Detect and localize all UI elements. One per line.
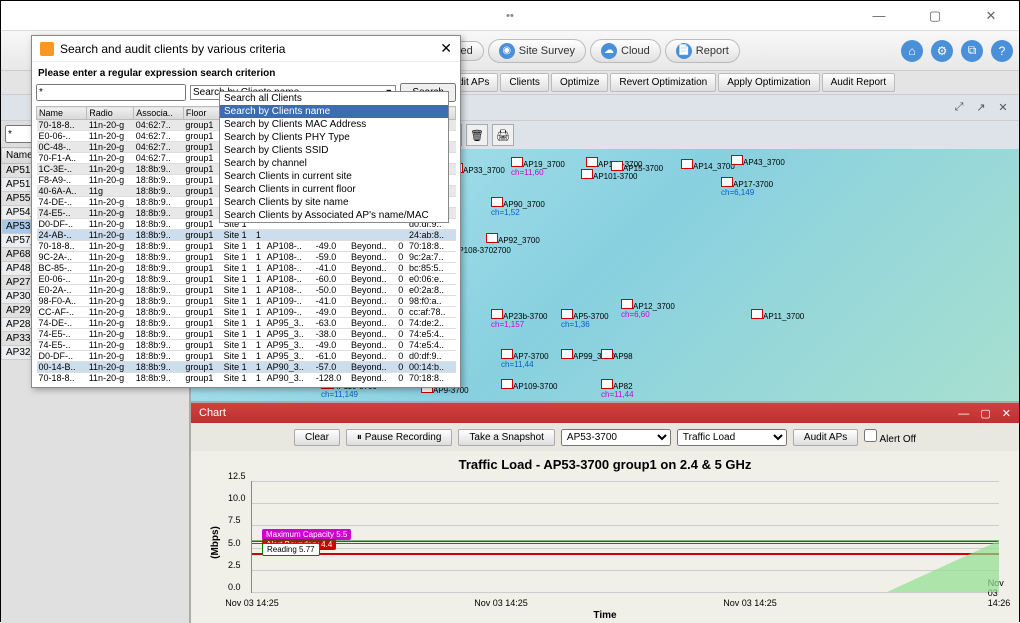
- dropdown-option[interactable]: Search Clients in current floor: [220, 183, 448, 196]
- expand-icon[interactable]: ⤢: [951, 100, 967, 116]
- toolbar-btn-report[interactable]: 📄Report: [665, 39, 740, 63]
- minimize-button[interactable]: —: [859, 5, 899, 27]
- client-row[interactable]: 74-E5-..11n-20-g18:8b:9..group1Site 11AP…: [37, 340, 456, 351]
- maximize-button[interactable]: ▢: [915, 5, 955, 27]
- col-header[interactable]: Floor: [183, 107, 221, 120]
- client-row[interactable]: 74-DE-..11n-20-g18:8b:9..group1Site 11AP…: [37, 318, 456, 329]
- print-icon[interactable]: 🖨: [492, 124, 514, 146]
- tab-audit-report[interactable]: Audit Report: [822, 73, 896, 92]
- dialog-prompt: Please enter a regular expression search…: [36, 66, 456, 81]
- tab-clients[interactable]: Clients: [500, 73, 549, 92]
- ap-node[interactable]: AP19_3700ch=11,60: [511, 157, 565, 177]
- pause-recording-button[interactable]: ⏸ Pause Recording: [346, 429, 453, 446]
- ap-node[interactable]: AP17-3700ch=6,149: [721, 177, 773, 197]
- dialog-title-text: Search and audit clients by various crit…: [60, 42, 285, 56]
- reading-badge: Reading 5.77: [262, 543, 320, 556]
- tab-apply-optimization[interactable]: Apply Optimization: [718, 73, 819, 92]
- external-icon[interactable]: ↗: [973, 100, 989, 116]
- ap-node[interactable]: AP82ch=11,44: [601, 379, 634, 399]
- close-button[interactable]: ✕: [971, 5, 1011, 27]
- ap-node[interactable]: AP109-3700: [501, 379, 557, 391]
- chart-panel: Chart — ▢ ✕ Clear ⏸ Pause Recording Take…: [191, 401, 1019, 623]
- dropdown-option[interactable]: Search by Clients name: [220, 105, 448, 118]
- audit-aps-button[interactable]: Audit APs: [793, 429, 858, 446]
- client-row[interactable]: 00-14-B..11n-20-g18:8b:9..group1Site 11A…: [37, 362, 456, 373]
- minimize-chart-icon[interactable]: —: [958, 408, 969, 420]
- maximize-chart-icon[interactable]: ▢: [980, 408, 990, 420]
- client-row[interactable]: 24-AB-..11n-20-g18:8b:9..group1Site 1124…: [37, 230, 456, 241]
- java-icon: [40, 42, 54, 56]
- client-row[interactable]: E0-06-..11n-20-g18:8b:9..group1Site 11AP…: [37, 274, 456, 285]
- copy-icon[interactable]: ⧉: [961, 40, 983, 62]
- col-header[interactable]: Name: [37, 107, 87, 120]
- close-panel-icon[interactable]: ✕: [995, 100, 1011, 116]
- chart-metric-select[interactable]: Traffic Load: [677, 429, 787, 446]
- client-row[interactable]: E0-2A-..11n-20-g18:8b:9..group1Site 11AP…: [37, 285, 456, 296]
- ap-node[interactable]: AP43_3700: [731, 155, 785, 167]
- client-row[interactable]: 70-18-8..11n-20-g18:8b:9..group1Site 11A…: [37, 373, 456, 384]
- search-mode-dropdown-list[interactable]: Search all ClientsSearch by Clients name…: [219, 91, 449, 223]
- close-chart-icon[interactable]: ✕: [1002, 408, 1011, 420]
- trash-icon[interactable]: 🗑: [466, 124, 488, 146]
- y-axis-label: (Mbps): [210, 526, 221, 559]
- chart-window-title: Chart — ▢ ✕: [191, 403, 1019, 423]
- ap-node[interactable]: AP5-3700ch=1,36: [561, 309, 609, 329]
- pause-icon: ⏸: [357, 432, 365, 443]
- client-row[interactable]: CC-AF-..11n-20-g18:8b:9..group1Site 11AP…: [37, 307, 456, 318]
- col-header[interactable]: Associa..: [134, 107, 184, 120]
- col-header[interactable]: Radio: [87, 107, 134, 120]
- dropdown-option[interactable]: Search by channel: [220, 157, 448, 170]
- toolbar-btn-cloud[interactable]: ☁Cloud: [590, 39, 661, 63]
- client-row[interactable]: 74-E5-..11n-20-g18:8b:9..group1Site 11AP…: [37, 329, 456, 340]
- chart-ap-select[interactable]: AP53-3700: [561, 429, 671, 446]
- ap-node[interactable]: AP15-3700: [611, 161, 663, 173]
- ap-node[interactable]: AP12_3700ch=6,60: [621, 299, 675, 319]
- help-icon[interactable]: ?: [991, 40, 1013, 62]
- home-icon[interactable]: ⌂: [901, 40, 923, 62]
- dropdown-option[interactable]: Search by Clients MAC Address: [220, 118, 448, 131]
- report-icon: 📄: [676, 43, 692, 59]
- clear-button[interactable]: Clear: [294, 429, 340, 446]
- target-icon: ◉: [499, 43, 515, 59]
- client-row[interactable]: 70-18-8..11n-20-g18:8b:9..group1Site 11A…: [37, 241, 456, 252]
- dropdown-option[interactable]: Search Clients by Associated AP's name/M…: [220, 209, 448, 222]
- dropdown-option[interactable]: Search Clients by site name: [220, 196, 448, 209]
- ap-node[interactable]: AP14_3700: [681, 159, 735, 171]
- tab-revert-optimization[interactable]: Revert Optimization: [610, 73, 716, 92]
- ap-node[interactable]: AP23b-3700ch=1,157: [491, 309, 547, 329]
- chart-title: Traffic Load - AP53-3700 group1 on 2.4 &…: [201, 455, 1009, 474]
- take-snapshot-button[interactable]: Take a Snapshot: [458, 429, 555, 446]
- dialog-close-button[interactable]: ✕: [440, 40, 452, 57]
- client-row[interactable]: D0-DF-..11n-20-g18:8b:9..group1Site 11AP…: [37, 351, 456, 362]
- alert-off-checkbox[interactable]: Alert Off: [864, 429, 916, 445]
- dropdown-option[interactable]: Search Clients in current site: [220, 170, 448, 183]
- ap-node[interactable]: AP90_3700ch=1,52: [491, 197, 545, 217]
- settings-icon[interactable]: ⚙: [931, 40, 953, 62]
- client-row[interactable]: 98-F0-A..11n-20-g18:8b:9..group1Site 11A…: [37, 296, 456, 307]
- tab-optimize[interactable]: Optimize: [551, 73, 608, 92]
- ap-node[interactable]: AP98: [601, 349, 633, 361]
- client-row[interactable]: 9C-2A-..11n-20-g18:8b:9..group1Site 11AP…: [37, 252, 456, 263]
- chart-toolbar: Clear ⏸ Pause Recording Take a Snapshot …: [191, 423, 1019, 451]
- plot-area: 0.02.55.07.510.012.5Nov 03 14:25Nov 03 1…: [251, 481, 999, 593]
- x-axis-label: Time: [593, 610, 616, 621]
- client-row[interactable]: BC-85-..11n-20-g18:8b:9..group1Site 11AP…: [37, 263, 456, 274]
- ap-node[interactable]: AP11_3700: [751, 309, 804, 321]
- dialog-titlebar: Search and audit clients by various crit…: [32, 36, 460, 62]
- dropdown-option[interactable]: Search by Clients PHY Type: [220, 131, 448, 144]
- dropdown-option[interactable]: Search all Clients: [220, 92, 448, 105]
- regex-input[interactable]: [36, 84, 186, 101]
- ap-node[interactable]: AP7-3700ch=11,44: [501, 349, 549, 369]
- titlebar-dots: ••: [506, 10, 514, 22]
- cloud-icon: ☁: [601, 43, 617, 59]
- chart-body: Traffic Load - AP53-3700 group1 on 2.4 &…: [191, 451, 1019, 623]
- toolbar-btn-site-survey[interactable]: ◉Site Survey: [488, 39, 586, 63]
- window-titlebar: •• — ▢ ✕: [1, 1, 1019, 31]
- dropdown-option[interactable]: Search by Clients SSID: [220, 144, 448, 157]
